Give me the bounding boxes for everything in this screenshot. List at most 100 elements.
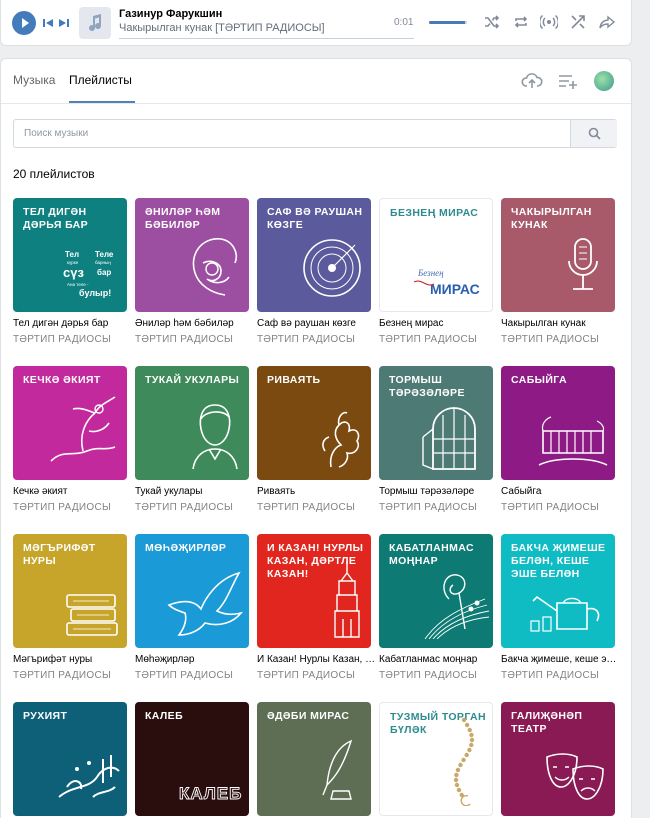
playlist-cover[interactable]: Тел дигән дәрья бар Тел Теле күрке барны… xyxy=(13,198,127,312)
playlist-title[interactable]: Тукай укулары xyxy=(135,486,255,497)
playlist-cover[interactable]: Безнең мирас Безнең МИРАС xyxy=(379,198,493,312)
volume-level xyxy=(429,21,466,24)
playlist-cover[interactable]: Бакча җимеше белән, кеше эше белән xyxy=(501,534,615,648)
playlist-title[interactable]: Тел дигән дәрья бар xyxy=(13,318,133,329)
tab-playlists[interactable]: Плейлисты xyxy=(69,73,132,87)
playlist-cover[interactable]: Калеб КАЛЕБ xyxy=(135,702,249,816)
watering-can-icon xyxy=(527,583,611,644)
playlist-card[interactable]: Мәгърифәт нуры Мәгърифәт нуры ТӘРТИП РАДИО… xyxy=(13,534,128,681)
volume-slider[interactable] xyxy=(429,21,467,24)
playlist-title[interactable]: Чакырылган кунак xyxy=(501,318,621,329)
playlist-title[interactable]: Безнең мирас xyxy=(379,318,499,329)
playlist-cover-title: Галиҗәнәп театр xyxy=(511,710,583,735)
profile-avatar-icon[interactable] xyxy=(594,71,614,91)
playlist-card[interactable]: Тормыш тәрәзәләре Тормыш тәрәзәләре ТӘРТИП… xyxy=(379,366,494,513)
share-icon[interactable] xyxy=(598,13,616,31)
playlist-card[interactable]: Кечкә әкият Кечкә әкият ТӘРТИП РАДИОСЫ xyxy=(13,366,128,513)
playlist-card[interactable]: Калеб КАЛЕБКалеб xyxy=(135,702,250,818)
playlist-card[interactable]: Галиҗәнәп театрГалиҗәнәп театр xyxy=(501,702,616,818)
playlist-owner[interactable]: ТӘРТИП РАДИОСЫ xyxy=(13,670,128,681)
playlist-cover[interactable]: Рухият xyxy=(13,702,127,816)
playlist-title[interactable]: Әниләр һәм бәбиләр xyxy=(135,318,255,329)
track-artist[interactable]: Газинур Фарукшин xyxy=(119,8,222,20)
playlist-cover[interactable]: Риваять xyxy=(257,366,371,480)
fairy-icon xyxy=(43,391,123,476)
prayer-beads-icon xyxy=(444,716,488,811)
playlist-card[interactable]: Әниләр һәм бәбиләр Әниләр һәм бәбиләр ТӘРТ… xyxy=(135,198,250,345)
playlist-card[interactable]: Риваять Риваять ТӘРТИП РАДИОСЫ xyxy=(257,366,372,513)
playlist-title[interactable]: Кечкә әкият xyxy=(13,486,133,497)
playlist-owner[interactable]: ТӘРТИП РАДИОСЫ xyxy=(379,334,494,345)
next-track-icon[interactable] xyxy=(58,17,70,29)
playlist-owner[interactable]: ТӘРТИП РАДИОСЫ xyxy=(257,334,372,345)
playlist-card[interactable]: Бакча җимеше белән, кеше эше белән Бакча … xyxy=(501,534,621,681)
playlist-card[interactable]: Мөһәҗирләр Мөһәҗирләр ТӘРТИП РАДИОСЫ xyxy=(135,534,250,681)
playlist-cover-title: Тукай укулары xyxy=(145,374,240,386)
playlist-card[interactable]: Чакырылган кунак Чакырылган кунак ТӘРТИП Р… xyxy=(501,198,616,345)
playlist-cover[interactable]: Кабатланмас моңнар xyxy=(379,534,493,648)
playlist-owner[interactable]: ТӘРТИП РАДИОСЫ xyxy=(135,334,250,345)
playlist-title[interactable]: Мәгърифәт нуры xyxy=(13,654,133,665)
playlist-cover[interactable]: Галиҗәнәп театр xyxy=(501,702,615,816)
vinyl-record-icon xyxy=(297,233,367,308)
search-button[interactable] xyxy=(570,120,617,147)
playlist-owner[interactable]: ТӘРТИП РАДИОСЫ xyxy=(257,502,372,513)
playlist-cover[interactable]: Тукай укулары xyxy=(135,366,249,480)
playlist-owner[interactable]: ТӘРТИП РАДИОСЫ xyxy=(379,502,494,513)
playlist-card[interactable]: Саф вә раушан көзге Саф вә раушан көзге ТӘ… xyxy=(257,198,372,345)
upload-icon[interactable] xyxy=(521,71,543,91)
svg-text:Безнең: Безнең xyxy=(417,268,444,278)
playlist-card[interactable]: Әдәби мирасӘдәби мирас xyxy=(257,702,372,818)
playlist-card[interactable]: Сабыйга Сабыйга ТӘРТИП РАДИОСЫ xyxy=(501,366,616,513)
playlist-card[interactable]: Тузмый торган бүләкТузмый торган бүләк xyxy=(379,702,494,818)
playlist-cover[interactable]: Мәгърифәт нуры xyxy=(13,534,127,648)
playlist-owner[interactable]: ТӘРТИП РАДИОСЫ xyxy=(135,502,250,513)
playlist-cover[interactable]: Сабыйга xyxy=(501,366,615,480)
playlist-title[interactable]: Кабатланмас моңнар xyxy=(379,654,499,665)
search-input[interactable] xyxy=(14,120,569,147)
playlist-title[interactable]: Тормыш тәрәзәләре xyxy=(379,486,499,497)
playlist-title[interactable]: Риваять xyxy=(257,486,377,497)
playlist-cover[interactable]: Чакырылган кунак xyxy=(501,198,615,312)
broadcast-icon[interactable] xyxy=(540,13,558,31)
track-title[interactable]: Чакырылган кунак [ТӘРТИП РАДИОСЫ] xyxy=(119,22,414,39)
playlist-card[interactable]: Тукай укулары Тукай укулары ТӘРТИП РАДИОСЫ xyxy=(135,366,250,513)
playlist-cover[interactable]: И Казан! Нурлы Казан, дәртле Казан! xyxy=(257,534,371,648)
playlist-owner[interactable]: ТӘРТИП РАДИОСЫ xyxy=(501,502,616,513)
playlist-cover[interactable]: Мөһәҗирләр xyxy=(135,534,249,648)
svg-text:сүз: сүз xyxy=(63,265,84,280)
playlist-cover[interactable]: Тормыш тәрәзәләре xyxy=(379,366,493,480)
tab-music[interactable]: Музыка xyxy=(13,73,55,87)
play-button[interactable] xyxy=(12,11,36,35)
previous-track-icon[interactable] xyxy=(42,17,54,29)
playlist-cover-title: Безнең мирас xyxy=(390,207,479,219)
playlist-owner[interactable]: ТӘРТИП РАДИОСЫ xyxy=(13,334,128,345)
playlist-owner[interactable]: ТӘРТИП РАДИОСЫ xyxy=(257,670,372,681)
playlist-card[interactable]: И Казан! Нурлы Казан, дәртле Казан! И Каз… xyxy=(257,534,377,681)
similar-icon[interactable] xyxy=(569,13,587,31)
playlist-card[interactable]: Кабатланмас моңнар Кабатланмас моңнар ТӘРТ… xyxy=(379,534,494,681)
track-cover[interactable] xyxy=(79,7,111,39)
playlist-title[interactable]: Сабыйга xyxy=(501,486,621,497)
playlist-cover[interactable]: Тузмый торган бүләк xyxy=(379,702,493,816)
repeat-icon[interactable] xyxy=(512,13,530,31)
add-playlist-icon[interactable] xyxy=(557,71,579,91)
playlist-owner[interactable]: ТӘРТИП РАДИОСЫ xyxy=(501,334,616,345)
playlist-card[interactable]: РухиятРухият xyxy=(13,702,128,818)
playlist-title[interactable]: И Казан! Нурлы Казан, дәртле Казан! xyxy=(257,654,377,665)
playlist-owner[interactable]: ТӘРТИП РАДИОСЫ xyxy=(135,670,250,681)
track-time[interactable]: 0:01 xyxy=(394,17,413,28)
playlist-owner[interactable]: ТӘРТИП РАДИОСЫ xyxy=(501,670,616,681)
playlist-owner[interactable]: ТӘРТИП РАДИОСЫ xyxy=(13,502,128,513)
playlist-card[interactable]: Тел дигән дәрья бар Тел Теле күрке барны… xyxy=(13,198,128,345)
playlist-cover[interactable]: Әдәби мирас xyxy=(257,702,371,816)
playlist-title[interactable]: Мөһәҗирләр xyxy=(135,654,255,665)
playlist-title[interactable]: Бакча җимеше, кеше эше белән xyxy=(501,654,621,665)
playlist-title[interactable]: Саф вә раушан көзге xyxy=(257,318,377,329)
playlist-cover[interactable]: Әниләр һәм бәбиләр xyxy=(135,198,249,312)
shuffle-icon[interactable] xyxy=(483,13,501,31)
playlist-owner[interactable]: ТӘРТИП РАДИОСЫ xyxy=(379,670,494,681)
playlist-cover[interactable]: Саф вә раушан көзге xyxy=(257,198,371,312)
playlist-card[interactable]: Безнең мирас Безнең МИРАС Безнең мирас ТӘРТИ… xyxy=(379,198,494,345)
playlist-cover[interactable]: Кечкә әкият xyxy=(13,366,127,480)
